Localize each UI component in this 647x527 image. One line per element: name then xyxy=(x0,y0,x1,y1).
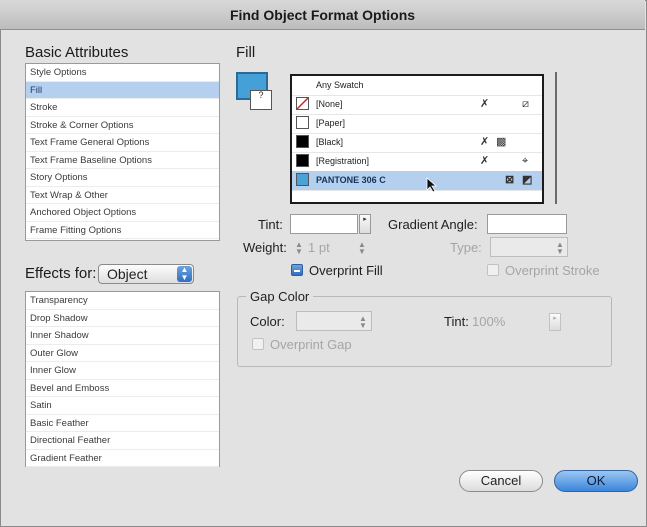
overprint-fill-checkbox[interactable] xyxy=(291,264,303,276)
effects-for-value: Object xyxy=(107,266,148,282)
weight-label: Weight: xyxy=(243,240,287,255)
gap-color-label: Color: xyxy=(250,314,285,329)
list-item-text-wrap-other[interactable]: Text Wrap & Other xyxy=(26,187,219,204)
cancel-button[interactable]: Cancel xyxy=(459,470,543,492)
list-item-drop-shadow[interactable]: Drop Shadow xyxy=(26,310,219,327)
ok-button[interactable]: OK xyxy=(554,470,638,492)
swatch-row[interactable]: [Registration] ✗ ⌖ xyxy=(292,152,542,172)
title-bar: Find Object Format Options xyxy=(0,0,645,30)
spot-type-icon: ◩ xyxy=(522,174,533,186)
weight-stepper[interactable]: ▲ ▼ xyxy=(294,241,304,256)
process-color-icon: ▩ xyxy=(496,136,507,148)
list-item-satin[interactable]: Satin xyxy=(26,397,219,415)
list-item-inner-shadow[interactable]: Inner Shadow xyxy=(26,327,219,345)
tint-field[interactable] xyxy=(290,214,358,234)
basic-attributes-heading: Basic Attributes xyxy=(25,44,129,61)
swatch-list[interactable]: Any Swatch [None] ✗ ⧄ [Paper] [Black] ✗ … xyxy=(290,74,544,204)
swatch-row[interactable]: [Black] ✗ ▩ xyxy=(292,133,542,153)
overprint-gap-checkbox[interactable] xyxy=(252,338,264,350)
list-item-frame-fitting-options[interactable]: Frame Fitting Options xyxy=(26,222,219,239)
mouse-cursor-icon xyxy=(426,177,438,193)
paper-swatch-chip xyxy=(296,116,309,129)
list-item-stroke-corner-options[interactable]: Stroke & Corner Options xyxy=(26,117,219,134)
list-item-basic-feather[interactable]: Basic Feather xyxy=(26,415,219,432)
swatch-row-selected[interactable]: PANTONE 306 C ⊠ ◩ xyxy=(292,171,542,191)
overprint-stroke-label: Overprint Stroke xyxy=(505,263,600,278)
list-item-fill[interactable]: Fill xyxy=(26,81,219,99)
stroke-swatch-icon: ? xyxy=(250,90,272,110)
effects-for-popup[interactable]: Object ▲ ▼ xyxy=(98,264,194,284)
list-item-outer-glow[interactable]: Outer Glow xyxy=(26,345,219,362)
black-swatch-chip xyxy=(296,135,309,148)
swatch-row[interactable]: [Paper] xyxy=(292,114,542,134)
registration-mark-icon: ⌖ xyxy=(522,155,529,167)
list-item-directional-feather[interactable]: Directional Feather xyxy=(26,432,219,450)
registration-swatch-chip xyxy=(296,154,309,167)
gap-tint-label: Tint: xyxy=(444,314,469,329)
gap-tint-arrow-button[interactable]: ▸ xyxy=(549,313,561,331)
gap-color-group xyxy=(237,296,612,367)
gradient-angle-label: Gradient Angle: xyxy=(388,217,478,232)
non-editable-icon: ✗ xyxy=(480,136,490,148)
basic-attributes-list[interactable]: Style Options Fill Stroke Stroke & Corne… xyxy=(25,63,220,241)
effects-for-label: Effects for: xyxy=(25,265,97,282)
spot-color-icon: ⊠ xyxy=(505,174,515,186)
list-item-story-options[interactable]: Story Options xyxy=(26,169,219,187)
overprint-gap-label: Overprint Gap xyxy=(270,337,352,352)
fill-stroke-proxy[interactable]: ? xyxy=(236,72,276,116)
non-editable-icon: ✗ xyxy=(480,155,490,167)
gap-color-popup-arrow: ▲ ▼ xyxy=(359,314,367,330)
list-item-text-frame-baseline-options[interactable]: Text Frame Baseline Options xyxy=(26,152,219,169)
swatch-row[interactable]: Any Swatch xyxy=(292,76,542,96)
gradient-angle-field[interactable] xyxy=(487,214,567,234)
swatch-row[interactable]: [None] ✗ ⧄ xyxy=(292,95,542,115)
weight-value[interactable]: 1 pt xyxy=(308,240,330,255)
type-popup-arrow: ▲ ▼ xyxy=(556,240,564,256)
none-swatch-chip xyxy=(296,97,309,110)
pantone-swatch-chip xyxy=(296,173,309,186)
tint-label: Tint: xyxy=(258,217,283,232)
tint-arrow-button[interactable]: ▸ xyxy=(359,214,371,234)
none-type-icon: ⧄ xyxy=(522,98,529,110)
gap-color-heading: Gap Color xyxy=(246,289,314,304)
list-item-text-frame-general-options[interactable]: Text Frame General Options xyxy=(26,134,219,152)
list-item-transparency[interactable]: Transparency xyxy=(26,292,219,310)
list-item-gradient-feather[interactable]: Gradient Feather xyxy=(26,450,219,467)
list-item-stroke[interactable]: Stroke xyxy=(26,99,219,117)
fill-heading: Fill xyxy=(236,44,256,61)
gap-tint-value[interactable]: 100% xyxy=(472,314,505,329)
overprint-stroke-checkbox[interactable] xyxy=(487,264,499,276)
effects-list[interactable]: Transparency Drop Shadow Inner Shadow Ou… xyxy=(25,291,220,467)
list-item-inner-glow[interactable]: Inner Glow xyxy=(26,362,219,380)
non-editable-icon: ✗ xyxy=(480,98,490,110)
list-item-bevel-emboss[interactable]: Bevel and Emboss xyxy=(26,380,219,397)
overprint-fill-label: Overprint Fill xyxy=(309,263,383,278)
swatch-list-scrollbar[interactable] xyxy=(555,72,557,204)
weight-popup-arrow[interactable]: ▲ ▼ xyxy=(357,241,367,256)
list-item-style-options[interactable]: Style Options xyxy=(26,64,219,82)
list-item-anchored-object-options[interactable]: Anchored Object Options xyxy=(26,204,219,222)
popup-arrows-icon: ▲ ▼ xyxy=(177,266,192,282)
type-label: Type: xyxy=(450,240,482,255)
